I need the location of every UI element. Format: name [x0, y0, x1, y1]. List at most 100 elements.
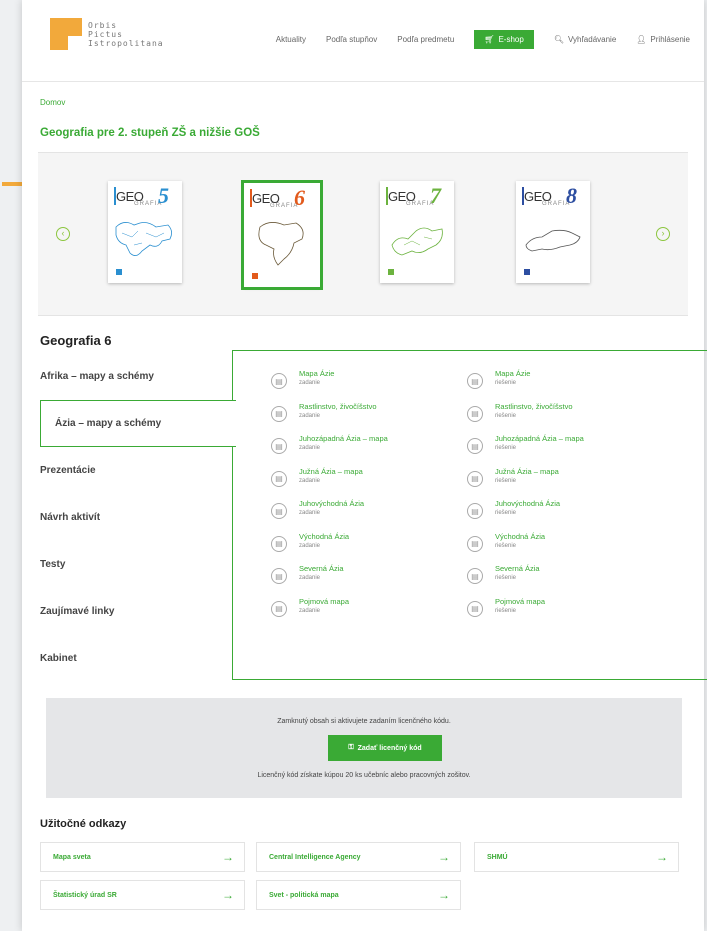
resource-title: Mapa Ázie	[495, 369, 531, 378]
resource-item[interactable]: ▤ Južná Ázia – mapa zadanie	[271, 467, 471, 500]
carousel-next-button[interactable]: ›	[656, 227, 670, 241]
tab-links[interactable]: Zaujímavé linky	[40, 588, 232, 635]
logo-line: Orbis	[88, 20, 118, 30]
book-cover-5[interactable]: GEO GRAFIA 5	[108, 181, 182, 283]
file-icon: ▤	[467, 535, 483, 552]
site-logo[interactable]: Orbis Pictus Istropolitana	[50, 18, 168, 50]
file-icon: ▤	[467, 600, 483, 617]
tab-asia[interactable]: Ázia – mapy a schémy	[40, 400, 236, 447]
link-label: Mapa sveta	[53, 853, 91, 861]
search-link[interactable]: 🔍︎ Vyhľadávanie	[554, 35, 616, 44]
main-nav: Aktuality Podľa stupňov Podľa predmetu 🛒…	[276, 30, 690, 49]
resource-type: zadanie	[299, 445, 321, 451]
resource-item[interactable]: ▤ Južná Ázia – mapa riešenie	[467, 467, 667, 500]
resource-item[interactable]: ▤ Rastlinstvo, živočíšstvo riešenie	[467, 402, 667, 435]
cart-icon: 🛒︎	[484, 35, 495, 44]
file-icon: ▤	[271, 503, 287, 519]
nav-by-subject[interactable]: Podľa predmetu	[397, 35, 454, 44]
user-icon: 👤︎	[636, 35, 647, 44]
file-icon: ▤	[271, 568, 287, 584]
resource-type: zadanie	[299, 477, 321, 484]
resource-item[interactable]: ▤ Východná Ázia zadanie	[271, 532, 471, 565]
eshop-button[interactable]: 🛒︎ E-shop	[474, 30, 534, 49]
book-cover-8[interactable]: GEO GRAFIA 8	[516, 181, 590, 283]
resource-type: zadanie	[299, 380, 321, 386]
tab-presentations[interactable]: Prezentácie	[40, 447, 232, 494]
file-icon: ▤	[271, 535, 287, 552]
resource-title: Juhovýchodná Ázia	[495, 499, 561, 508]
resource-item[interactable]: ▤ Juhovýchodná Ázia riešenie	[467, 499, 667, 532]
arrow-right-icon: →	[222, 888, 234, 902]
resource-item[interactable]: ▤ Juhozápadná Ázia – mapa zadanie	[271, 434, 471, 467]
file-icon: ▤	[467, 438, 483, 454]
useful-links-title: Užitočné odkazy	[40, 818, 127, 830]
resource-item[interactable]: ▤ Pojmová mapa riešenie	[467, 597, 667, 630]
resource-type: zadanie	[299, 542, 321, 549]
link-label: Central Intelligence Agency	[269, 853, 361, 861]
book-number: 6	[294, 185, 305, 210]
logo-mark-icon	[50, 18, 82, 50]
africa-map-image	[258, 222, 304, 266]
link-card-cia[interactable]: Central Intelligence Agency →	[256, 842, 461, 872]
resource-type: riešenie	[495, 380, 517, 386]
file-icon: ▤	[271, 470, 287, 487]
arrow-right-icon: →	[656, 850, 668, 864]
book-foot-mark	[116, 269, 122, 275]
resource-title: Pojmová mapa	[495, 596, 546, 606]
resource-title: Pojmová mapa	[299, 596, 350, 606]
resource-title: Juhozápadná Ázia – mapa	[299, 434, 388, 443]
resource-type: zadanie	[299, 607, 321, 614]
resource-title: Východná Ázia	[299, 531, 350, 541]
page-title: Geografia pre 2. stupeň ZŠ a nižšie GOŠ	[40, 127, 260, 139]
resource-item[interactable]: ▤ Mapa Ázie riešenie	[467, 369, 667, 402]
locked-content-box: Zamknutý obsah si aktivujete zadaním lic…	[46, 698, 682, 798]
resource-item[interactable]: ▤ Juhovýchodná Ázia zadanie	[271, 499, 471, 532]
tab-tests[interactable]: Testy	[40, 541, 232, 588]
link-card-world-map[interactable]: Mapa sveta →	[40, 842, 245, 872]
nav-by-level[interactable]: Podľa stupňov	[326, 35, 377, 44]
resource-item[interactable]: ▤ Severná Ázia riešenie	[467, 564, 667, 597]
resource-type: riešenie	[495, 607, 517, 614]
resource-item[interactable]: ▤ Severná Ázia zadanie	[271, 564, 471, 597]
file-icon: ▤	[467, 373, 483, 389]
arrow-right-icon: →	[438, 888, 450, 902]
logo-text: Orbis Pictus Istropolitana	[88, 21, 168, 48]
license-code-button[interactable]: ⚿ Zadať licenčný kód	[328, 735, 442, 761]
resource-item[interactable]: ▤ Mapa Ázie zadanie	[271, 369, 471, 402]
login-label: Prihlásenie	[650, 35, 690, 44]
resource-type: riešenie	[495, 542, 517, 549]
resource-title: Juhovýchodná Ázia	[299, 499, 365, 508]
carousel-prev-button[interactable]: ‹	[56, 227, 70, 241]
resource-type: zadanie	[299, 412, 321, 419]
license-code-label: Zadať licenčný kód	[357, 744, 422, 752]
login-link[interactable]: 👤︎ Prihlásenie	[636, 35, 690, 44]
link-card-statistics[interactable]: Štatistický úrad SR →	[40, 880, 245, 910]
resource-item[interactable]: ▤ Východná Ázia riešenie	[467, 532, 667, 565]
file-icon: ▤	[271, 373, 287, 389]
resource-type: riešenie	[495, 510, 517, 516]
tab-activities[interactable]: Návrh aktivít	[40, 494, 232, 541]
book-cover-6[interactable]: GEO GRAFIA 6	[241, 180, 323, 290]
resource-type: riešenie	[495, 477, 517, 484]
resource-title: Južná Ázia – mapa	[299, 466, 363, 476]
link-card-shmu[interactable]: SHMÚ →	[474, 842, 679, 872]
tab-africa[interactable]: Afrika – mapy a schémy	[40, 353, 232, 400]
logo-line: Istropolitana	[88, 38, 164, 48]
link-card-political-map[interactable]: Svet - politická mapa →	[256, 880, 461, 910]
nav-aktuality[interactable]: Aktuality	[276, 35, 306, 44]
resource-item[interactable]: ▤ Rastlinstvo, živočíšstvo zadanie	[271, 402, 471, 435]
resource-column-assignment: ▤ Mapa Ázie zadanie ▤ Rastlinstvo, živočíšs…	[271, 369, 471, 629]
resource-type: riešenie	[495, 412, 517, 419]
tab-cabinet[interactable]: Kabinet	[40, 635, 232, 682]
search-label: Vyhľadávanie	[567, 35, 617, 44]
breadcrumb-home[interactable]: Domov	[40, 98, 65, 107]
book-cover-7[interactable]: GEO GRAFIA 7	[380, 181, 454, 283]
resource-title: Rastlinstvo, živočíšstvo	[299, 401, 377, 411]
resource-item[interactable]: ▤ Pojmová mapa zadanie	[271, 597, 471, 630]
book-number: 7	[430, 183, 441, 208]
resource-column-solution: ▤ Mapa Ázie riešenie ▤ Rastlinstvo, živočíš…	[467, 369, 667, 629]
resource-title: Mapa Ázie	[299, 369, 335, 378]
arrow-right-icon: →	[438, 850, 450, 864]
resource-item[interactable]: ▤ Juhozápadná Ázia – mapa riešenie	[467, 434, 667, 467]
file-icon: ▤	[271, 600, 287, 617]
